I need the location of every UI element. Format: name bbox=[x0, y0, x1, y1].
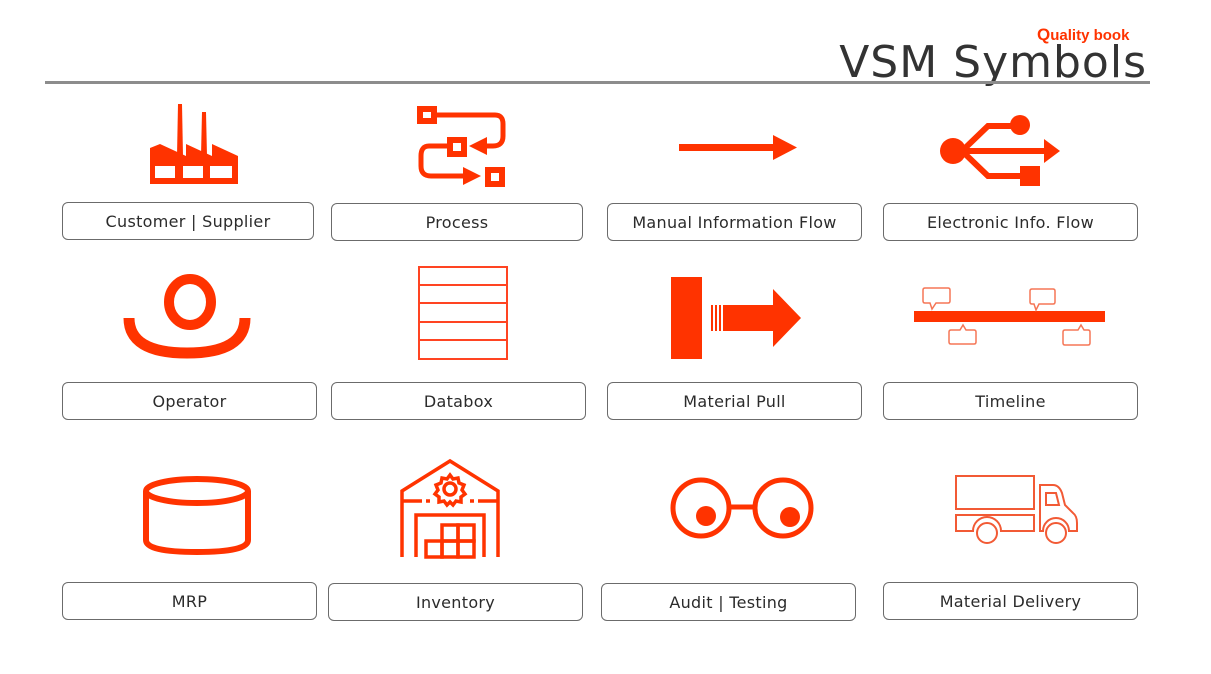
symbol-label-timeline: Timeline bbox=[883, 382, 1138, 420]
symbol-label-mrp: MRP bbox=[62, 582, 317, 620]
warehouse-icon bbox=[400, 458, 500, 559]
material-pull-icon bbox=[671, 277, 801, 359]
arrow-right-icon bbox=[679, 135, 797, 161]
symbol-label-material-delivery: Material Delivery bbox=[883, 582, 1138, 620]
symbol-label-operator: Operator bbox=[62, 382, 317, 420]
factory-icon bbox=[150, 104, 238, 184]
cylinder-icon bbox=[142, 476, 252, 556]
operator-icon bbox=[123, 273, 251, 359]
symbol-label-inventory: Inventory bbox=[328, 583, 583, 621]
truck-icon bbox=[955, 475, 1081, 547]
symbol-label-customer-supplier: Customer | Supplier bbox=[62, 202, 314, 240]
symbol-label-process: Process bbox=[331, 203, 583, 241]
symbol-label-material-pull: Material Pull bbox=[607, 382, 862, 420]
symbol-label-electronic-info-flow: Electronic Info. Flow bbox=[883, 203, 1138, 241]
header-divider bbox=[45, 81, 1150, 84]
databox-icon bbox=[418, 266, 508, 360]
symbol-label-manual-information-flow: Manual Information Flow bbox=[607, 203, 862, 241]
process-flow-icon bbox=[417, 106, 509, 188]
eyes-icon bbox=[670, 477, 814, 539]
symbol-label-audit-testing: Audit | Testing bbox=[601, 583, 856, 621]
timeline-icon bbox=[914, 286, 1106, 348]
symbol-label-databox: Databox bbox=[331, 382, 586, 420]
usb-icon bbox=[940, 114, 1060, 190]
